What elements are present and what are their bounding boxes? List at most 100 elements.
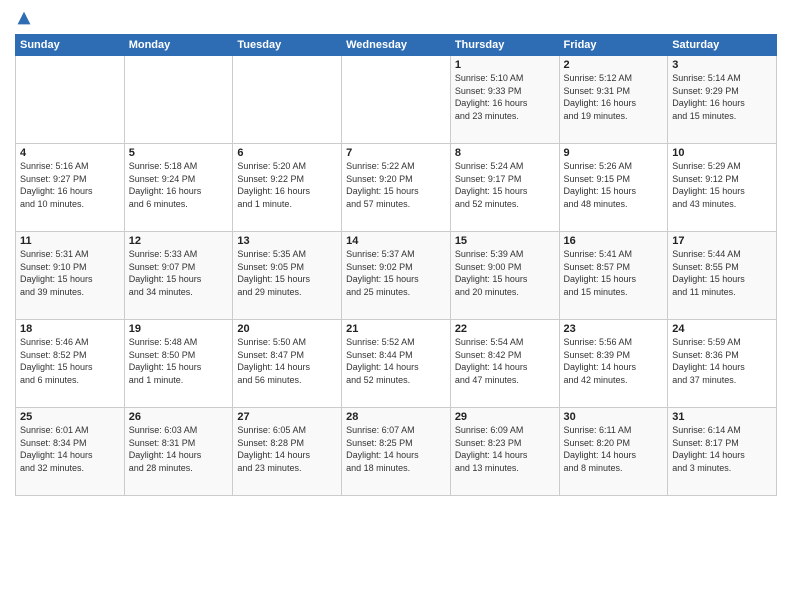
day-info: Sunrise: 5:41 AM Sunset: 8:57 PM Dayligh… (564, 248, 664, 298)
day-cell: 26Sunrise: 6:03 AM Sunset: 8:31 PM Dayli… (124, 408, 233, 496)
day-number: 13 (237, 235, 337, 247)
day-cell: 2Sunrise: 5:12 AM Sunset: 9:31 PM Daylig… (559, 56, 668, 144)
day-info: Sunrise: 5:52 AM Sunset: 8:44 PM Dayligh… (346, 336, 446, 386)
day-number: 7 (346, 147, 446, 159)
col-header-sunday: Sunday (16, 35, 125, 56)
day-info: Sunrise: 6:09 AM Sunset: 8:23 PM Dayligh… (455, 424, 555, 474)
day-number: 26 (129, 411, 229, 423)
day-number: 9 (564, 147, 664, 159)
day-info: Sunrise: 5:59 AM Sunset: 8:36 PM Dayligh… (672, 336, 772, 386)
page: SundayMondayTuesdayWednesdayThursdayFrid… (0, 0, 792, 612)
day-cell: 6Sunrise: 5:20 AM Sunset: 9:22 PM Daylig… (233, 144, 342, 232)
day-number: 3 (672, 59, 772, 71)
day-cell: 20Sunrise: 5:50 AM Sunset: 8:47 PM Dayli… (233, 320, 342, 408)
day-cell: 27Sunrise: 6:05 AM Sunset: 8:28 PM Dayli… (233, 408, 342, 496)
day-number: 31 (672, 411, 772, 423)
day-number: 14 (346, 235, 446, 247)
day-info: Sunrise: 5:14 AM Sunset: 9:29 PM Dayligh… (672, 72, 772, 122)
day-number: 16 (564, 235, 664, 247)
day-info: Sunrise: 5:37 AM Sunset: 9:02 PM Dayligh… (346, 248, 446, 298)
day-info: Sunrise: 5:16 AM Sunset: 9:27 PM Dayligh… (20, 160, 120, 210)
day-info: Sunrise: 5:26 AM Sunset: 9:15 PM Dayligh… (564, 160, 664, 210)
day-number: 19 (129, 323, 229, 335)
day-info: Sunrise: 5:50 AM Sunset: 8:47 PM Dayligh… (237, 336, 337, 386)
col-header-friday: Friday (559, 35, 668, 56)
day-number: 29 (455, 411, 555, 423)
day-number: 25 (20, 411, 120, 423)
col-header-monday: Monday (124, 35, 233, 56)
day-info: Sunrise: 6:05 AM Sunset: 8:28 PM Dayligh… (237, 424, 337, 474)
day-cell: 19Sunrise: 5:48 AM Sunset: 8:50 PM Dayli… (124, 320, 233, 408)
day-info: Sunrise: 5:18 AM Sunset: 9:24 PM Dayligh… (129, 160, 229, 210)
day-number: 10 (672, 147, 772, 159)
day-cell: 3Sunrise: 5:14 AM Sunset: 9:29 PM Daylig… (668, 56, 777, 144)
day-cell: 4Sunrise: 5:16 AM Sunset: 9:27 PM Daylig… (16, 144, 125, 232)
day-cell: 28Sunrise: 6:07 AM Sunset: 8:25 PM Dayli… (342, 408, 451, 496)
day-info: Sunrise: 5:39 AM Sunset: 9:00 PM Dayligh… (455, 248, 555, 298)
day-info: Sunrise: 5:46 AM Sunset: 8:52 PM Dayligh… (20, 336, 120, 386)
day-info: Sunrise: 5:10 AM Sunset: 9:33 PM Dayligh… (455, 72, 555, 122)
day-number: 22 (455, 323, 555, 335)
day-cell: 9Sunrise: 5:26 AM Sunset: 9:15 PM Daylig… (559, 144, 668, 232)
day-info: Sunrise: 6:11 AM Sunset: 8:20 PM Dayligh… (564, 424, 664, 474)
day-cell: 17Sunrise: 5:44 AM Sunset: 8:55 PM Dayli… (668, 232, 777, 320)
day-number: 6 (237, 147, 337, 159)
day-info: Sunrise: 6:14 AM Sunset: 8:17 PM Dayligh… (672, 424, 772, 474)
day-number: 24 (672, 323, 772, 335)
day-number: 23 (564, 323, 664, 335)
day-info: Sunrise: 5:33 AM Sunset: 9:07 PM Dayligh… (129, 248, 229, 298)
day-number: 1 (455, 59, 555, 71)
day-cell: 16Sunrise: 5:41 AM Sunset: 8:57 PM Dayli… (559, 232, 668, 320)
day-cell: 12Sunrise: 5:33 AM Sunset: 9:07 PM Dayli… (124, 232, 233, 320)
day-cell (233, 56, 342, 144)
day-cell: 1Sunrise: 5:10 AM Sunset: 9:33 PM Daylig… (450, 56, 559, 144)
day-cell: 8Sunrise: 5:24 AM Sunset: 9:17 PM Daylig… (450, 144, 559, 232)
day-cell: 30Sunrise: 6:11 AM Sunset: 8:20 PM Dayli… (559, 408, 668, 496)
col-header-saturday: Saturday (668, 35, 777, 56)
day-number: 4 (20, 147, 120, 159)
header-row: SundayMondayTuesdayWednesdayThursdayFrid… (16, 35, 777, 56)
day-cell: 22Sunrise: 5:54 AM Sunset: 8:42 PM Dayli… (450, 320, 559, 408)
day-info: Sunrise: 6:01 AM Sunset: 8:34 PM Dayligh… (20, 424, 120, 474)
day-info: Sunrise: 5:48 AM Sunset: 8:50 PM Dayligh… (129, 336, 229, 386)
day-cell (16, 56, 125, 144)
week-row-4: 18Sunrise: 5:46 AM Sunset: 8:52 PM Dayli… (16, 320, 777, 408)
week-row-5: 25Sunrise: 6:01 AM Sunset: 8:34 PM Dayli… (16, 408, 777, 496)
day-number: 21 (346, 323, 446, 335)
day-number: 18 (20, 323, 120, 335)
day-cell: 11Sunrise: 5:31 AM Sunset: 9:10 PM Dayli… (16, 232, 125, 320)
day-cell: 24Sunrise: 5:59 AM Sunset: 8:36 PM Dayli… (668, 320, 777, 408)
col-header-wednesday: Wednesday (342, 35, 451, 56)
day-info: Sunrise: 6:07 AM Sunset: 8:25 PM Dayligh… (346, 424, 446, 474)
day-info: Sunrise: 5:31 AM Sunset: 9:10 PM Dayligh… (20, 248, 120, 298)
day-info: Sunrise: 5:12 AM Sunset: 9:31 PM Dayligh… (564, 72, 664, 122)
day-cell: 31Sunrise: 6:14 AM Sunset: 8:17 PM Dayli… (668, 408, 777, 496)
day-number: 17 (672, 235, 772, 247)
week-row-1: 1Sunrise: 5:10 AM Sunset: 9:33 PM Daylig… (16, 56, 777, 144)
day-info: Sunrise: 6:03 AM Sunset: 8:31 PM Dayligh… (129, 424, 229, 474)
day-number: 28 (346, 411, 446, 423)
day-info: Sunrise: 5:56 AM Sunset: 8:39 PM Dayligh… (564, 336, 664, 386)
day-cell (124, 56, 233, 144)
logo-icon (16, 10, 32, 26)
day-cell: 23Sunrise: 5:56 AM Sunset: 8:39 PM Dayli… (559, 320, 668, 408)
day-cell: 21Sunrise: 5:52 AM Sunset: 8:44 PM Dayli… (342, 320, 451, 408)
day-cell: 5Sunrise: 5:18 AM Sunset: 9:24 PM Daylig… (124, 144, 233, 232)
day-info: Sunrise: 5:35 AM Sunset: 9:05 PM Dayligh… (237, 248, 337, 298)
day-cell (342, 56, 451, 144)
day-cell: 18Sunrise: 5:46 AM Sunset: 8:52 PM Dayli… (16, 320, 125, 408)
logo (15, 10, 32, 26)
day-number: 27 (237, 411, 337, 423)
day-number: 2 (564, 59, 664, 71)
day-info: Sunrise: 5:44 AM Sunset: 8:55 PM Dayligh… (672, 248, 772, 298)
day-cell: 29Sunrise: 6:09 AM Sunset: 8:23 PM Dayli… (450, 408, 559, 496)
day-info: Sunrise: 5:20 AM Sunset: 9:22 PM Dayligh… (237, 160, 337, 210)
day-number: 8 (455, 147, 555, 159)
day-cell: 15Sunrise: 5:39 AM Sunset: 9:00 PM Dayli… (450, 232, 559, 320)
day-number: 5 (129, 147, 229, 159)
week-row-2: 4Sunrise: 5:16 AM Sunset: 9:27 PM Daylig… (16, 144, 777, 232)
day-cell: 10Sunrise: 5:29 AM Sunset: 9:12 PM Dayli… (668, 144, 777, 232)
day-cell: 14Sunrise: 5:37 AM Sunset: 9:02 PM Dayli… (342, 232, 451, 320)
day-cell: 25Sunrise: 6:01 AM Sunset: 8:34 PM Dayli… (16, 408, 125, 496)
day-info: Sunrise: 5:24 AM Sunset: 9:17 PM Dayligh… (455, 160, 555, 210)
